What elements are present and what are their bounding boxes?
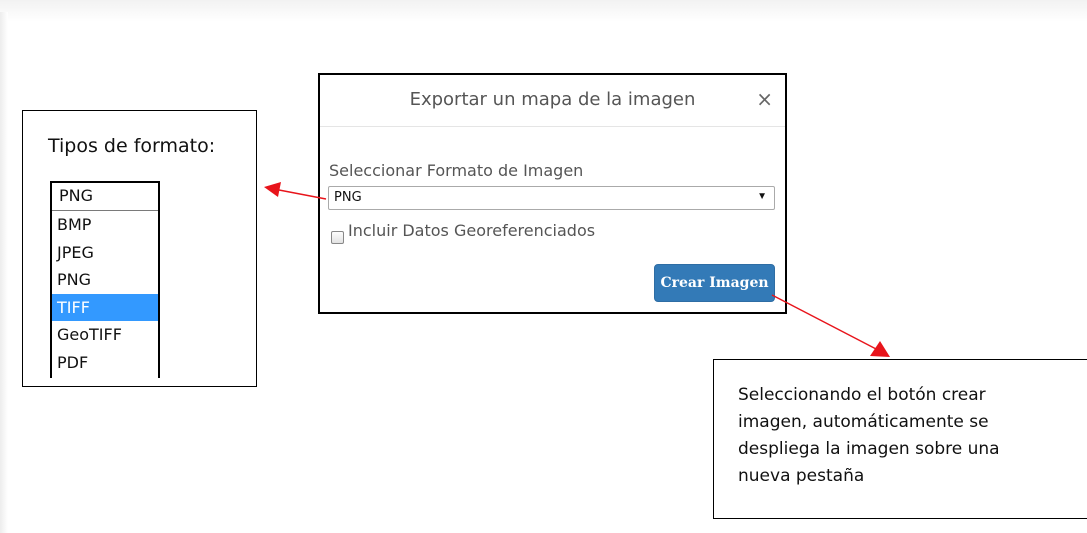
arrow-to-format-types-line [278,189,327,200]
arrow-to-format-types-head-icon [264,182,281,197]
arrow-to-note-head-icon [870,341,890,357]
arrow-to-note-line [771,294,879,351]
annotation-arrows [264,182,890,357]
